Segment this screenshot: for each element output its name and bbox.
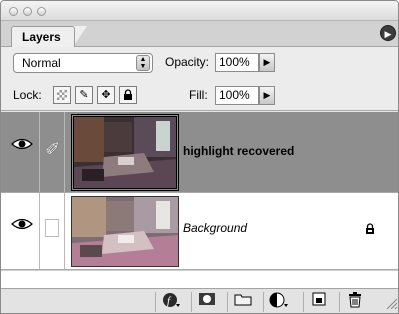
close-window-button[interactable] <box>9 7 18 16</box>
layers-panel: Layers ▶ Normal ▲ ▼ Opacity: 100% ▶ Lock:… <box>0 0 399 314</box>
room-photo-thumbnail <box>72 197 178 266</box>
paintbrush-icon: ✐ <box>45 139 61 159</box>
lock-position-button[interactable]: ✥ <box>97 86 115 104</box>
layer-row-highlight[interactable]: ✐ highlight recovered <box>1 112 398 193</box>
fill-field[interactable]: 100% <box>215 86 259 105</box>
lock-icon <box>366 223 374 234</box>
blend-mode-value: Normal <box>22 56 61 70</box>
fill-slider-button[interactable]: ▶ <box>259 86 275 105</box>
opacity-field[interactable]: 100% <box>215 53 259 72</box>
lock-icon <box>124 89 132 100</box>
lock-transparency-button[interactable] <box>53 86 71 104</box>
layer-options: Normal ▲ ▼ Opacity: 100% ▶ Lock: ✎ ✥ Fill… <box>1 47 398 111</box>
new-group-icon <box>234 294 251 306</box>
layer-row-background[interactable]: Background <box>1 193 398 270</box>
new-group-button[interactable] <box>227 292 257 312</box>
new-layer-icon <box>312 292 325 306</box>
layer-link-cell[interactable] <box>39 193 65 269</box>
new-adjustment-layer-icon <box>269 292 288 308</box>
lock-pixels-button[interactable]: ✎ <box>75 86 93 104</box>
empty-link-box <box>45 219 59 237</box>
room-photo-thumbnail <box>74 117 176 188</box>
lock-label: Lock: <box>13 88 42 102</box>
title-bar <box>1 1 398 21</box>
delete-layer-button[interactable] <box>339 292 369 312</box>
tab-bar: Layers ▶ <box>1 21 398 47</box>
triangle-right-icon: ▶ <box>263 57 271 67</box>
add-layer-style-icon: f <box>162 293 180 307</box>
panel-menu-button[interactable]: ▶ <box>380 25 396 41</box>
layer-name[interactable]: Background <box>183 221 247 235</box>
triangle-right-icon: ▶ <box>263 90 271 100</box>
resize-grip-icon <box>386 298 398 310</box>
add-mask-button[interactable] <box>191 292 221 312</box>
minimize-window-button[interactable] <box>23 7 32 16</box>
checker-icon <box>57 90 67 100</box>
layer-name[interactable]: highlight recovered <box>183 144 294 158</box>
layer-link-cell[interactable]: ✐ <box>39 112 65 192</box>
opacity-label: Opacity: <box>165 55 210 69</box>
play-right-icon: ▶ <box>384 29 392 39</box>
visibility-toggle[interactable] <box>9 217 35 247</box>
tab-layers[interactable]: Layers <box>11 26 75 47</box>
zoom-window-button[interactable] <box>37 7 46 16</box>
opacity-slider-button[interactable]: ▶ <box>259 53 275 72</box>
add-layer-style-button[interactable]: f <box>155 292 185 312</box>
new-layer-button[interactable] <box>303 292 333 312</box>
add-mask-icon <box>198 293 215 305</box>
updown-arrows-icon: ▲ ▼ <box>136 55 150 71</box>
fill-label: Fill: <box>189 88 208 102</box>
brush-icon: ✎ <box>79 89 89 101</box>
layer-thumbnail[interactable] <box>71 114 179 191</box>
tab-edge <box>73 26 87 47</box>
layers-bottom-toolbar: f <box>1 288 398 313</box>
empty-layer-area <box>1 270 398 288</box>
lock-all-button[interactable] <box>119 86 137 104</box>
blend-mode-select[interactable]: Normal ▲ ▼ <box>13 53 153 73</box>
layers-list: ✐ highlight recovered Background <box>1 112 398 288</box>
layer-thumbnail[interactable] <box>71 196 179 267</box>
move-icon: ✥ <box>101 89 111 101</box>
eye-icon <box>11 218 33 230</box>
resize-grip[interactable] <box>385 297 398 310</box>
visibility-toggle[interactable] <box>9 137 35 167</box>
delete-layer-icon <box>348 292 361 308</box>
eye-icon <box>11 138 33 150</box>
new-adjustment-layer-button[interactable] <box>263 292 293 312</box>
